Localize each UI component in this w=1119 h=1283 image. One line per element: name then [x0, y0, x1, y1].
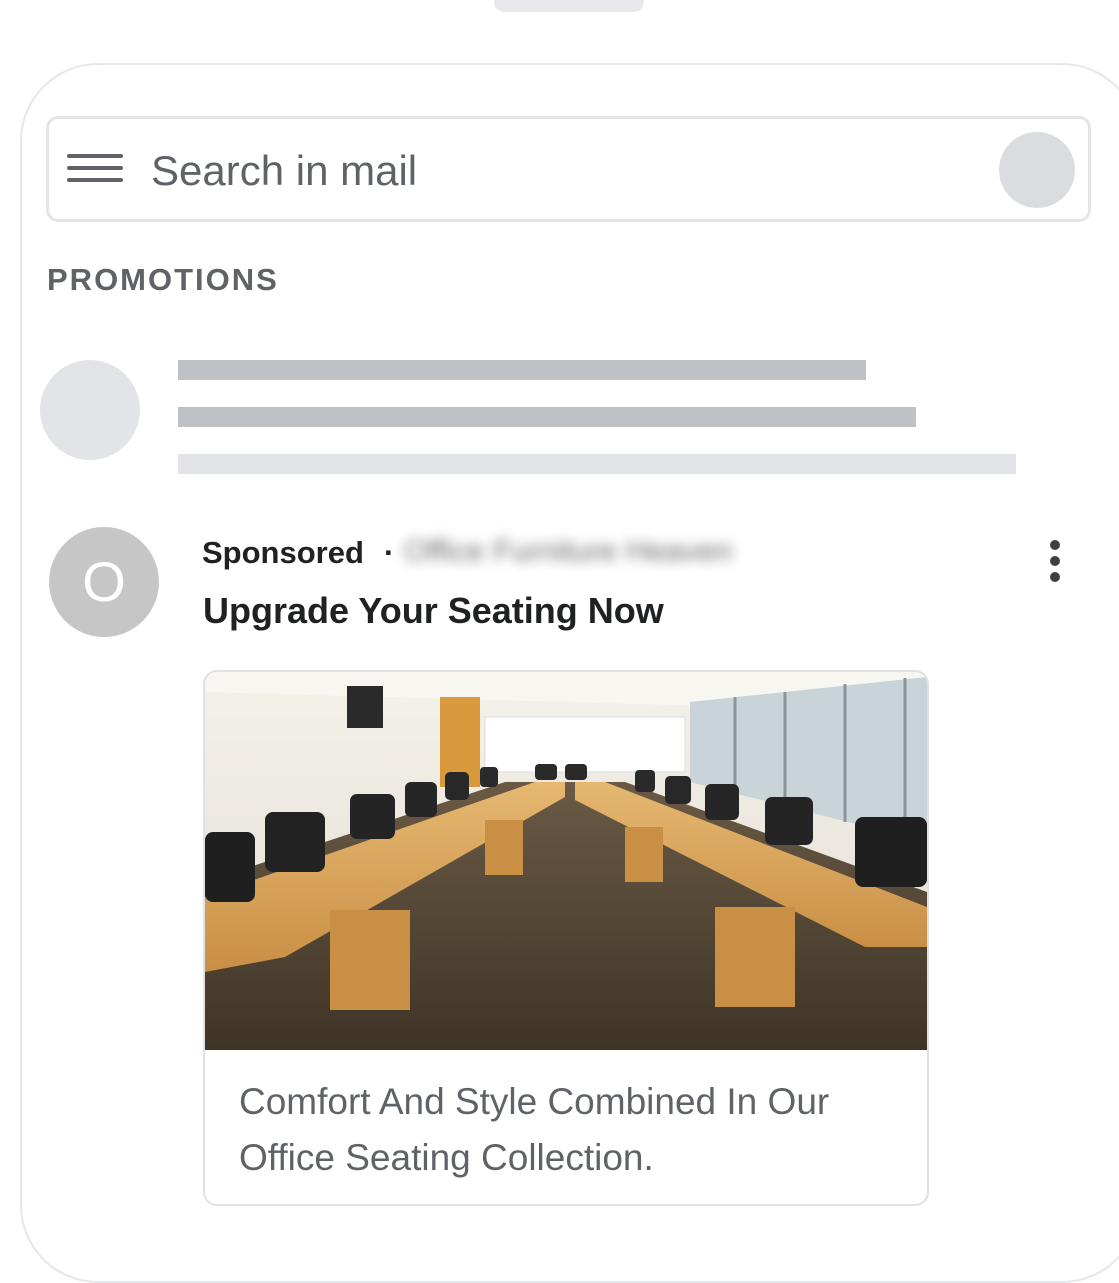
placeholder-line [178, 407, 916, 427]
search-bar[interactable]: Search in mail [46, 116, 1091, 222]
advertiser-avatar[interactable]: O [49, 527, 159, 637]
hamburger-menu-icon[interactable] [67, 154, 123, 186]
conference-room-photo [205, 672, 927, 1050]
placeholder-avatar [40, 360, 140, 460]
separator-dot: · [384, 535, 395, 570]
sponsored-label: Sponsored [202, 535, 364, 570]
section-label: PROMOTIONS [47, 262, 279, 297]
placeholder-line [178, 454, 1016, 474]
placeholder-line [178, 360, 866, 380]
top-handle [494, 0, 644, 12]
advertiser-name[interactable]: Office Furniture Heaven [404, 533, 904, 577]
ad-description: Comfort And Style Combined In Our Office… [239, 1081, 830, 1178]
account-avatar[interactable] [999, 132, 1075, 208]
vertical-ellipsis-icon[interactable] [1043, 540, 1067, 584]
ad-title[interactable]: Upgrade Your Seating Now [203, 590, 664, 632]
ad-card[interactable]: Comfort And Style Combined In Our Office… [203, 670, 929, 1206]
search-input[interactable]: Search in mail [151, 147, 417, 195]
